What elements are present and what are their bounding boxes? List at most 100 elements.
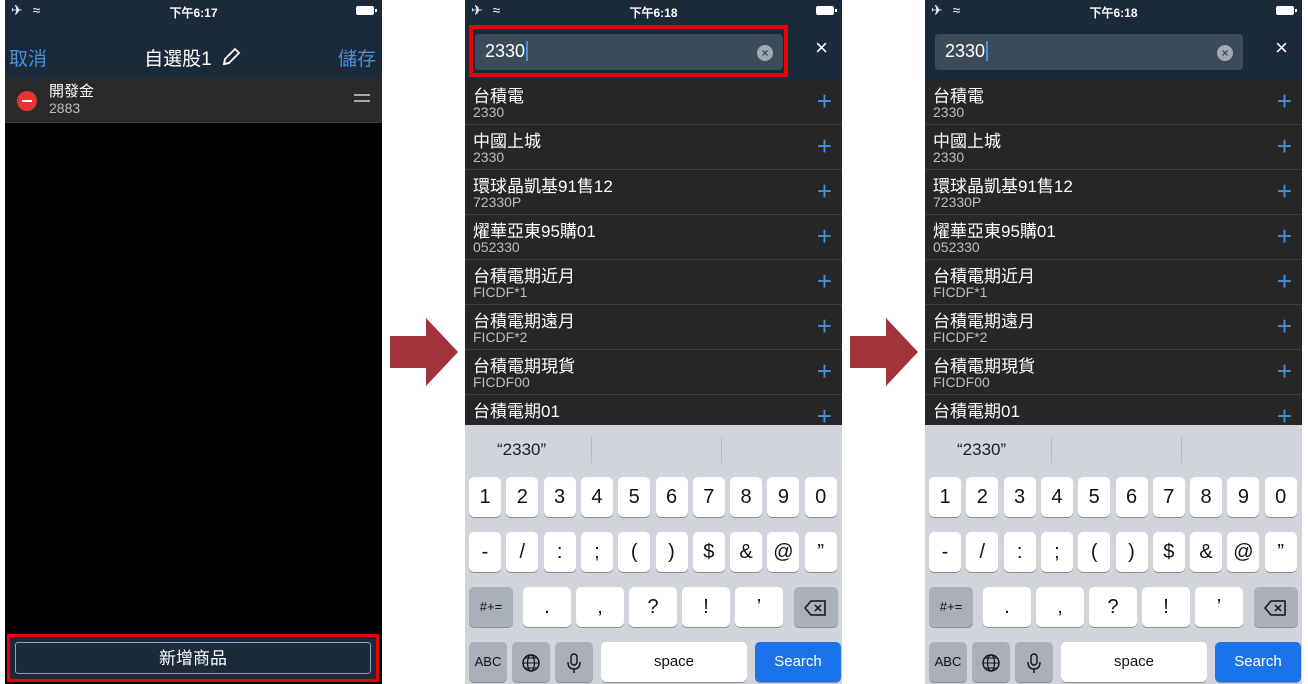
key-punct[interactable]: ?	[1089, 587, 1137, 627]
key-symbol[interactable]: :	[543, 532, 576, 572]
key-symbol[interactable]: ;	[580, 532, 613, 572]
add-product-button[interactable]: 新增商品	[15, 642, 371, 674]
search-result-row[interactable]: 中國上城 2330 +	[925, 125, 1302, 170]
key-symbol[interactable]: $	[1152, 532, 1185, 572]
add-plus-icon[interactable]: +	[817, 403, 832, 425]
key-digit[interactable]: 9	[1227, 477, 1260, 517]
key-symbol[interactable]: @	[1227, 532, 1260, 572]
suggestion-item[interactable]: “2330”	[957, 440, 1006, 460]
add-plus-icon[interactable]: +	[1277, 133, 1292, 159]
key-punct[interactable]: ,	[1036, 587, 1084, 627]
space-key[interactable]: space	[1061, 642, 1207, 682]
add-plus-icon[interactable]: +	[817, 358, 832, 384]
delete-minus-icon[interactable]	[17, 91, 37, 111]
key-symbol[interactable]: -	[929, 532, 961, 572]
page-title[interactable]: 自選股1	[5, 44, 382, 71]
key-digit[interactable]: 2	[966, 477, 999, 517]
key-digit[interactable]: 3	[543, 477, 576, 517]
search-result-row[interactable]: 台積電期01 +	[925, 395, 1302, 425]
key-digit[interactable]: 7	[1152, 477, 1185, 517]
search-result-row[interactable]: 環球晶凱基91售12 72330P +	[465, 170, 842, 215]
reorder-handle-icon[interactable]	[354, 94, 370, 106]
clear-search-icon[interactable]: ×	[1217, 45, 1233, 61]
add-plus-icon[interactable]: +	[817, 178, 832, 204]
key-symbol[interactable]: $	[692, 532, 725, 572]
key-symbol[interactable]: :	[1003, 532, 1036, 572]
suggestion-item[interactable]: “2330”	[497, 440, 546, 460]
abc-key[interactable]: ABC	[469, 642, 507, 682]
key-digit[interactable]: 2	[506, 477, 539, 517]
search-result-row[interactable]: 台積電期近月 FICDF*1 +	[465, 260, 842, 305]
key-symbol[interactable]: )	[655, 532, 688, 572]
key-digit[interactable]: 4	[580, 477, 613, 517]
key-symbol[interactable]: ”	[1264, 532, 1297, 572]
abc-key[interactable]: ABC	[929, 642, 967, 682]
search-key[interactable]: Search	[1215, 642, 1301, 682]
search-result-row[interactable]: 台積電期遠月 FICDF*2 +	[465, 305, 842, 350]
key-symbol[interactable]: &	[730, 532, 763, 572]
key-digit[interactable]: 8	[1190, 477, 1223, 517]
add-plus-icon[interactable]: +	[1277, 88, 1292, 114]
key-symbol[interactable]: -	[469, 532, 501, 572]
key-digit[interactable]: 3	[1003, 477, 1036, 517]
globe-key[interactable]	[512, 642, 550, 682]
add-plus-icon[interactable]: +	[1277, 313, 1292, 339]
key-punct[interactable]: ,	[576, 587, 624, 627]
search-result-row[interactable]: 環球晶凱基91售12 72330P +	[925, 170, 1302, 215]
search-result-row[interactable]: 燿華亞東95購01 052330 +	[465, 215, 842, 260]
add-plus-icon[interactable]: +	[1277, 223, 1292, 249]
add-plus-icon[interactable]: +	[1277, 178, 1292, 204]
search-result-row[interactable]: 台積電期現貨 FICDF00 +	[465, 350, 842, 395]
search-result-row[interactable]: 台積電期遠月 FICDF*2 +	[925, 305, 1302, 350]
add-plus-icon[interactable]: +	[1277, 358, 1292, 384]
space-key[interactable]: space	[601, 642, 747, 682]
key-punct[interactable]: ?	[629, 587, 677, 627]
key-symbol[interactable]: )	[1115, 532, 1148, 572]
key-punct[interactable]: !	[1142, 587, 1190, 627]
mic-key[interactable]	[1015, 642, 1053, 682]
key-punct[interactable]: ’	[1195, 587, 1243, 627]
key-more-symbols[interactable]: #+=	[929, 587, 973, 627]
key-punct[interactable]: ’	[735, 587, 783, 627]
key-digit[interactable]: 1	[929, 477, 961, 517]
key-symbol[interactable]: ;	[1040, 532, 1073, 572]
key-digit[interactable]: 0	[1264, 477, 1297, 517]
key-digit[interactable]: 0	[804, 477, 837, 517]
key-digit[interactable]: 6	[655, 477, 688, 517]
add-plus-icon[interactable]: +	[1277, 268, 1292, 294]
key-digit[interactable]: 8	[730, 477, 763, 517]
key-digit[interactable]: 9	[767, 477, 800, 517]
search-key[interactable]: Search	[755, 642, 841, 682]
key-symbol[interactable]: /	[506, 532, 539, 572]
search-result-row[interactable]: 台積電 2330 +	[465, 80, 842, 125]
search-result-row[interactable]: 中國上城 2330 +	[465, 125, 842, 170]
search-input[interactable]: 2330 ×	[935, 34, 1243, 70]
pencil-icon[interactable]	[221, 47, 243, 67]
key-digit[interactable]: 4	[1040, 477, 1073, 517]
mic-key[interactable]	[555, 642, 593, 682]
search-result-row[interactable]: 台積電期現貨 FICDF00 +	[925, 350, 1302, 395]
search-result-row[interactable]: 台積電 2330 +	[925, 80, 1302, 125]
key-punct[interactable]: .	[523, 587, 571, 627]
key-symbol[interactable]: /	[966, 532, 999, 572]
key-digit[interactable]: 1	[469, 477, 501, 517]
globe-key[interactable]	[972, 642, 1010, 682]
key-symbol[interactable]: ”	[804, 532, 837, 572]
add-plus-icon[interactable]: +	[817, 268, 832, 294]
key-symbol[interactable]: (	[618, 532, 651, 572]
save-button[interactable]: 儲存	[338, 44, 376, 71]
key-punct[interactable]: .	[983, 587, 1031, 627]
search-result-row[interactable]: 台積電期01 +	[465, 395, 842, 425]
key-more-symbols[interactable]: #+=	[469, 587, 513, 627]
add-plus-icon[interactable]: +	[817, 223, 832, 249]
key-symbol[interactable]: (	[1078, 532, 1111, 572]
backspace-key[interactable]	[1254, 587, 1298, 627]
key-digit[interactable]: 7	[692, 477, 725, 517]
key-symbol[interactable]: &	[1190, 532, 1223, 572]
add-plus-icon[interactable]: +	[817, 88, 832, 114]
backspace-key[interactable]	[794, 587, 838, 627]
search-result-row[interactable]: 台積電期近月 FICDF*1 +	[925, 260, 1302, 305]
search-result-row[interactable]: 燿華亞東95購01 052330 +	[925, 215, 1302, 260]
key-digit[interactable]: 6	[1115, 477, 1148, 517]
close-search-icon[interactable]: ×	[815, 36, 828, 60]
